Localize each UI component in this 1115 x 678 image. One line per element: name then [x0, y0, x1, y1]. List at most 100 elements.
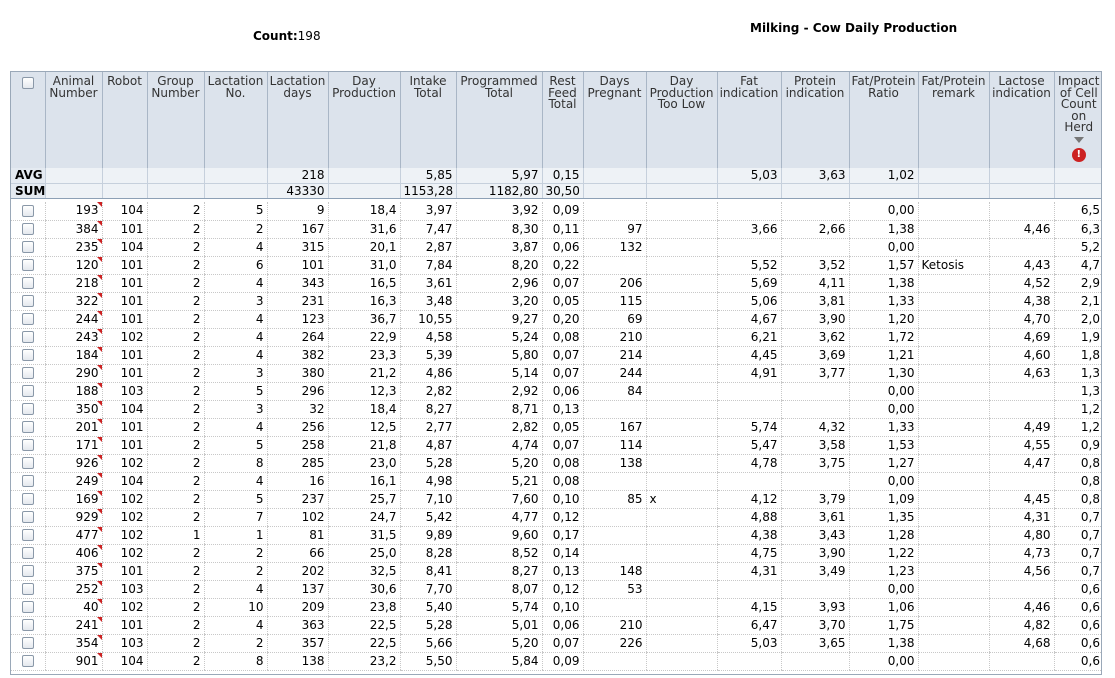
- col-lactose-indication[interactable]: Lactose indication: [988, 72, 1054, 168]
- cell-animal-number[interactable]: 477: [44, 526, 102, 545]
- col-programmed-total[interactable]: Programmed Total: [455, 72, 542, 168]
- table-row[interactable]: 354 103 2 2 357 22,5 5,66 5,20 0,07 226 5,03 3,65 1,…: [11, 634, 1101, 653]
- table-row[interactable]: 477 102 1 1 81 31,5 9,89 9,60 0,17 4,38 3,43 1,28 4,…: [11, 526, 1101, 545]
- row-checkbox[interactable]: [21, 493, 34, 505]
- col-lactation-no[interactable]: Lactation No.: [203, 72, 267, 168]
- row-checkbox[interactable]: [21, 547, 34, 559]
- table-row[interactable]: 235 104 2 4 315 20,1 2,87 3,87 0,06 132 0,00 5,2: [11, 238, 1101, 257]
- col-fat-indication[interactable]: Fat indication: [716, 72, 781, 168]
- cell-animal-number[interactable]: 169: [44, 490, 102, 509]
- row-checkbox[interactable]: [21, 601, 34, 613]
- cell-animal-number[interactable]: 235: [44, 238, 102, 257]
- table-row[interactable]: 171 101 2 5 258 21,8 4,87 4,74 0,07 114 5,47 3,58 1,…: [11, 436, 1101, 455]
- row-checkbox[interactable]: [21, 259, 34, 271]
- cell-animal-number[interactable]: 249: [44, 472, 102, 491]
- col-fat-protein-ratio[interactable]: Fat/Protein Ratio: [848, 72, 918, 168]
- cell-animal-number[interactable]: 244: [44, 310, 102, 329]
- table-row[interactable]: 350 104 2 3 32 18,4 8,27 8,71 0,13 0,00 1,2: [11, 400, 1101, 419]
- table-row[interactable]: 322 101 2 3 231 16,3 3,48 3,20 0,05 115 5,06 3,81 1,…: [11, 292, 1101, 311]
- cell-animal-number[interactable]: 322: [44, 292, 102, 311]
- table-row[interactable]: 243 102 2 4 264 22,9 4,58 5,24 0,08 210 6,21 3,62 1,…: [11, 328, 1101, 347]
- col-impact-cell-count[interactable]: Impact of Cell Count on Herd !: [1053, 72, 1101, 168]
- col-robot[interactable]: Robot: [101, 72, 147, 168]
- row-checkbox[interactable]: [21, 349, 34, 361]
- cell-animal-number[interactable]: 193: [44, 202, 102, 221]
- row-checkbox[interactable]: [21, 475, 34, 487]
- row-checkbox[interactable]: [21, 385, 34, 397]
- table-row[interactable]: 193 104 2 5 9 18,4 3,97 3,92 0,09 0,00 6,5: [11, 202, 1101, 221]
- row-checkbox[interactable]: [21, 511, 34, 523]
- cell-animal-number[interactable]: 184: [44, 346, 102, 365]
- alert-icon[interactable]: !: [1071, 148, 1086, 162]
- col-day-production-too-low[interactable]: Day Production Too Low: [645, 72, 717, 168]
- row-checkbox[interactable]: [21, 331, 34, 343]
- cell-animal-number[interactable]: 188: [44, 382, 102, 401]
- cell-animal-number[interactable]: 384: [44, 220, 102, 239]
- row-checkbox[interactable]: [21, 529, 34, 541]
- table-row[interactable]: 406 102 2 2 66 25,0 8,28 8,52 0,14 4,75 3,90 1,22 4,…: [11, 544, 1101, 563]
- table-row[interactable]: 901 104 2 8 138 23,2 5,50 5,84 0,09 0,00 0,6: [11, 652, 1101, 671]
- row-checkbox[interactable]: [21, 457, 34, 469]
- cell-animal-number[interactable]: 375: [44, 562, 102, 581]
- cell-animal-number[interactable]: 243: [44, 328, 102, 347]
- col-intake-total[interactable]: Intake Total: [399, 72, 456, 168]
- select-all-checkbox[interactable]: [21, 77, 34, 89]
- row-checkbox[interactable]: [21, 277, 34, 289]
- col-fat-protein-remark[interactable]: Fat/Protein remark: [917, 72, 989, 168]
- table-row[interactable]: 384 101 2 2 167 31,6 7,47 8,30 0,11 97 3,66 2,66 1,3…: [11, 220, 1101, 239]
- cell-animal-number[interactable]: 354: [44, 634, 102, 653]
- table-row[interactable]: 926 102 2 8 285 23,0 5,28 5,20 0,08 138 4,78 3,75 1,…: [11, 454, 1101, 473]
- table-row[interactable]: 218 101 2 4 343 16,5 3,61 2,96 0,07 206 5,69 4,11 1,…: [11, 274, 1101, 293]
- table-row[interactable]: 169 102 2 5 237 25,7 7,10 7,60 0,10 85 x 4,12 3,79 1,…: [11, 490, 1101, 509]
- cell-animal-number[interactable]: 406: [44, 544, 102, 563]
- cell-animal-number[interactable]: 252: [44, 580, 102, 599]
- cell-animal-number[interactable]: 241: [44, 616, 102, 635]
- sort-desc-icon[interactable]: [1073, 136, 1084, 143]
- cell-impact-cell-count: 6,5: [1053, 202, 1101, 221]
- row-checkbox[interactable]: [21, 204, 34, 217]
- cell-protein-indication: 3,52: [780, 256, 849, 275]
- table-row[interactable]: 375 101 2 2 202 32,5 8,41 8,27 0,13 148 4,31 3,49 1,…: [11, 562, 1101, 581]
- row-checkbox[interactable]: [21, 583, 34, 595]
- cell-animal-number[interactable]: 926: [44, 454, 102, 473]
- row-checkbox[interactable]: [21, 295, 34, 307]
- row-checkbox[interactable]: [21, 619, 34, 631]
- cell-animal-number[interactable]: 350: [44, 400, 102, 419]
- col-group-number[interactable]: Group Number: [146, 72, 204, 168]
- table-row[interactable]: 40 102 2 10 209 23,8 5,40 5,74 0,10 4,15 3,93 1,06 4…: [11, 598, 1101, 617]
- table-row[interactable]: 120 101 2 6 101 31,0 7,84 8,20 0,22 5,52 3,52 1,57 K…: [11, 256, 1101, 275]
- row-checkbox[interactable]: [21, 655, 34, 667]
- row-checkbox[interactable]: [21, 565, 34, 577]
- cell-animal-number[interactable]: 901: [44, 652, 102, 671]
- col-protein-indication[interactable]: Protein indication: [780, 72, 849, 168]
- cell-animal-number[interactable]: 201: [44, 418, 102, 437]
- row-checkbox[interactable]: [21, 241, 34, 253]
- table-row[interactable]: 241 101 2 4 363 22,5 5,28 5,01 0,06 210 6,47 3,70 1,…: [11, 616, 1101, 635]
- cell-animal-number[interactable]: 120: [44, 256, 102, 275]
- table-row[interactable]: 184 101 2 4 382 23,3 5,39 5,80 0,07 214 4,45 3,69 1,…: [11, 346, 1101, 365]
- col-day-production[interactable]: Day Production: [327, 72, 400, 168]
- row-checkbox[interactable]: [21, 313, 34, 325]
- row-checkbox[interactable]: [21, 223, 34, 235]
- row-checkbox[interactable]: [21, 439, 34, 451]
- table-row[interactable]: 252 103 2 4 137 30,6 7,70 8,07 0,12 53 0,00 0,6: [11, 580, 1101, 599]
- row-checkbox[interactable]: [21, 403, 34, 415]
- col-days-pregnant[interactable]: Days Pregnant: [582, 72, 646, 168]
- cell-animal-number[interactable]: 40: [44, 598, 102, 617]
- table-row[interactable]: 244 101 2 4 123 36,7 10,55 9,27 0,20 69 4,67 3,90 1,…: [11, 310, 1101, 329]
- row-checkbox[interactable]: [21, 367, 34, 379]
- col-animal-number[interactable]: Animal Number: [44, 72, 102, 168]
- table-row[interactable]: 290 101 2 3 380 21,2 4,86 5,14 0,07 244 4,91 3,77 1,…: [11, 364, 1101, 383]
- col-rest-feed-total[interactable]: Rest Feed Total: [541, 72, 583, 168]
- table-row[interactable]: 188 103 2 5 296 12,3 2,82 2,92 0,06 84 0,00 1,3: [11, 382, 1101, 401]
- row-checkbox[interactable]: [21, 421, 34, 433]
- table-row[interactable]: 929 102 2 7 102 24,7 5,42 4,77 0,12 4,88 3,61 1,35 4…: [11, 508, 1101, 527]
- cell-animal-number[interactable]: 171: [44, 436, 102, 455]
- cell-animal-number[interactable]: 929: [44, 508, 102, 527]
- col-lactation-days[interactable]: Lactation days: [266, 72, 328, 168]
- table-row[interactable]: 249 104 2 4 16 16,1 4,98 5,21 0,08 0,00 0,8: [11, 472, 1101, 491]
- table-row[interactable]: 201 101 2 4 256 12,5 2,77 2,82 0,05 167 5,74 4,32 1,…: [11, 418, 1101, 437]
- row-checkbox[interactable]: [21, 637, 34, 649]
- cell-animal-number[interactable]: 218: [44, 274, 102, 293]
- cell-animal-number[interactable]: 290: [44, 364, 102, 383]
